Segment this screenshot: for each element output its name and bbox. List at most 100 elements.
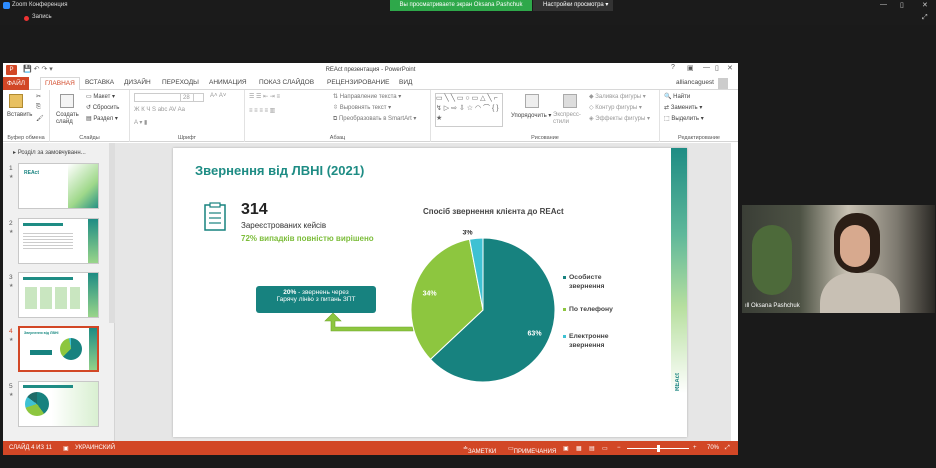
- participant-name: ıll Oksana Pashchuk: [745, 303, 800, 309]
- tab-animation[interactable]: АНИМАЦИЯ: [209, 79, 247, 86]
- spellcheck-icon[interactable]: ▣: [63, 445, 69, 452]
- align-text-label: Выровнять текст: [339, 105, 387, 111]
- animation-star-icon: ★: [9, 283, 14, 289]
- tab-home[interactable]: ГЛАВНАЯ: [40, 77, 80, 90]
- close-icon[interactable]: ✕: [922, 1, 928, 9]
- hotline-callout[interactable]: 20% - звернень через Гарячу лінію з пита…: [256, 286, 376, 313]
- format-painter-icon[interactable]: 🖌: [36, 115, 44, 122]
- shape-effects-button[interactable]: ◈ Эффекты фигуры ▾: [589, 115, 650, 122]
- smartart-button[interactable]: ⧉ Преобразовать в SmartArt ▾: [333, 115, 416, 123]
- tab-review[interactable]: РЕЦЕНЗИРОВАНИЕ: [327, 79, 390, 86]
- clipboard-group-label: Буфер обмена: [7, 135, 45, 141]
- slide-thumbnail-5[interactable]: [18, 381, 99, 427]
- shape-outline-button[interactable]: ◇ Контур фигуры ▾: [589, 104, 642, 111]
- view-slideshow-icon[interactable]: ▭: [602, 445, 608, 452]
- tab-slideshow[interactable]: ПОКАЗ СЛАЙДОВ: [259, 79, 314, 86]
- text-direction-button[interactable]: ⇅ Направление текста ▾: [333, 93, 401, 100]
- chart-title[interactable]: Спосіб звернення клієнта до REAct: [423, 207, 564, 216]
- view-sorter-icon[interactable]: ▦: [576, 445, 582, 452]
- new-slide-button[interactable]: Создать слайд: [56, 112, 80, 126]
- paste-button[interactable]: Вставить: [7, 112, 32, 118]
- cases-count[interactable]: 314: [241, 201, 268, 219]
- view-reading-icon[interactable]: ▤: [589, 445, 595, 452]
- comments-button[interactable]: ▭ ПРИМЕЧАНИЯ: [508, 445, 556, 455]
- view-settings-button[interactable]: Настройки просмотра ▾: [533, 0, 613, 11]
- resolved-label[interactable]: 72% випадків повністю вирішено: [241, 234, 374, 243]
- slide-thumbnail-2[interactable]: [18, 218, 99, 264]
- maximize-icon[interactable]: ▯: [900, 1, 904, 9]
- participant-video[interactable]: [742, 205, 935, 313]
- ppt-close-icon[interactable]: ✕: [727, 64, 733, 72]
- layout-button[interactable]: ▭ Макет ▾: [86, 93, 115, 100]
- copy-icon[interactable]: ⎘: [36, 104, 41, 111]
- pie-label-2: 3%: [463, 230, 474, 236]
- callout-line-2: Гарячу лінію з питань ЗПТ: [276, 296, 356, 303]
- font-size-select[interactable]: 28: [180, 93, 204, 102]
- zoom-slider-thumb[interactable]: [657, 445, 660, 452]
- zoom-in-icon[interactable]: +: [693, 445, 697, 451]
- paste-icon[interactable]: [9, 94, 23, 108]
- ppt-maximize-icon[interactable]: ▯: [715, 64, 719, 72]
- shapes-gallery[interactable]: ▭ ╲ ╲ ▭ ○ ▭ △ ╲ ⌐ ↯ ▷ ⇨ ⇩ ☆ ◠ ⌒ { } ★: [435, 93, 503, 127]
- arrange-button[interactable]: Упорядочить ▾: [511, 112, 551, 119]
- quick-styles-icon[interactable]: [563, 94, 577, 108]
- list-buttons[interactable]: ☰ ☰ ⇤ ⇥ ≡: [249, 93, 280, 100]
- zoom-out-icon[interactable]: −: [617, 445, 621, 451]
- font-color-buttons[interactable]: A ▾ ▮: [134, 119, 147, 126]
- align-buttons[interactable]: ≡ ≡ ≡ ≡ ▥: [249, 107, 275, 114]
- align-text-button[interactable]: ⇳ Выровнять текст ▾: [333, 104, 391, 111]
- slide-thumbnail-1[interactable]: REAct: [18, 163, 99, 209]
- user-name[interactable]: alliancaguest: [676, 79, 714, 86]
- find-button[interactable]: 🔍 Найти: [664, 93, 690, 100]
- pie-chart[interactable]: 63% 34% 3%: [403, 230, 563, 390]
- quick-styles-button[interactable]: Экспресс-стили: [553, 112, 583, 126]
- section-button[interactable]: ▤ Раздел ▾: [86, 115, 118, 122]
- zoom-toolbar: [0, 11, 936, 25]
- arrange-icon[interactable]: [525, 94, 539, 108]
- avatar[interactable]: [718, 78, 728, 89]
- slide-thumbnail-3[interactable]: [18, 272, 99, 318]
- tab-transitions[interactable]: ПЕРЕХОДЫ: [162, 79, 199, 86]
- tab-file[interactable]: ФАЙЛ: [3, 77, 29, 90]
- quick-access-toolbar[interactable]: 💾 ↶ ↷ ▾: [23, 65, 53, 73]
- thumb-number: 4: [9, 328, 13, 335]
- view-normal-icon[interactable]: ▣: [563, 445, 569, 452]
- thumb-number: 2: [9, 220, 13, 227]
- select-button[interactable]: ⬚ Выделить ▾: [664, 115, 704, 122]
- tab-view[interactable]: ВИД: [399, 79, 412, 86]
- editing-group: 🔍 Найти ⇄ Заменить ▾ ⬚ Выделить ▾ Редакт…: [660, 90, 738, 142]
- record-label[interactable]: Запись: [32, 14, 52, 20]
- slide-title[interactable]: Звернення від ЛВНІ (2021): [195, 163, 364, 178]
- cases-label[interactable]: Зареєстрованих кейсів: [241, 221, 326, 230]
- slide-counter: СЛАЙД 4 ИЗ 11: [9, 445, 52, 451]
- zoom-level[interactable]: 70%: [707, 445, 719, 451]
- font-grow-icon[interactable]: A˄ A˅: [210, 93, 226, 99]
- minimize-icon[interactable]: —: [880, 1, 887, 8]
- help-icon[interactable]: ?: [671, 64, 675, 71]
- replace-button[interactable]: ⇄ Заменить ▾: [664, 104, 702, 111]
- status-bar: СЛАЙД 4 ИЗ 11 ▣ УКРАИНСКИЙ ≐ ЗАМЕТКИ ▭ П…: [3, 441, 738, 455]
- tab-insert[interactable]: ВСТАВКА: [85, 79, 114, 86]
- decorative-gradient-strip: [671, 148, 687, 437]
- clipboard-icon: [204, 202, 226, 231]
- reset-label: Сбросить: [92, 105, 120, 111]
- pie-label-1: 34%: [423, 291, 438, 298]
- slide-thumbnail-4[interactable]: Звернення від ЛВНІ: [18, 326, 99, 372]
- legend-label-1: По телефону: [569, 306, 613, 313]
- cut-icon[interactable]: ✂: [36, 93, 41, 100]
- section-title[interactable]: ▸ Розділ за замовчуванн...: [13, 149, 86, 156]
- current-slide[interactable]: Звернення від ЛВНІ (2021) 314 Зареєстров…: [173, 148, 687, 437]
- ppt-minimize-icon[interactable]: —: [703, 64, 710, 71]
- new-slide-icon[interactable]: [60, 94, 74, 108]
- pie-label-0: 63%: [528, 330, 543, 337]
- reset-button[interactable]: ↺ Сбросить: [86, 104, 119, 111]
- language-indicator[interactable]: УКРАИНСКИЙ: [75, 445, 115, 451]
- fit-slide-icon[interactable]: ⤢: [725, 445, 730, 452]
- ribbon-display-icon[interactable]: ▣: [687, 64, 694, 72]
- fullscreen-icon[interactable]: ⤢: [922, 14, 928, 22]
- notes-button[interactable]: ≐ ЗАМЕТКИ: [463, 445, 496, 455]
- shape-fill-button[interactable]: ◆ Заливка фигуры ▾: [589, 93, 646, 100]
- font-format-buttons[interactable]: Ж К Ч S abc AV Aa: [134, 107, 185, 113]
- tab-design[interactable]: ДИЗАЙН: [124, 79, 151, 86]
- thumb-number: 3: [9, 274, 13, 281]
